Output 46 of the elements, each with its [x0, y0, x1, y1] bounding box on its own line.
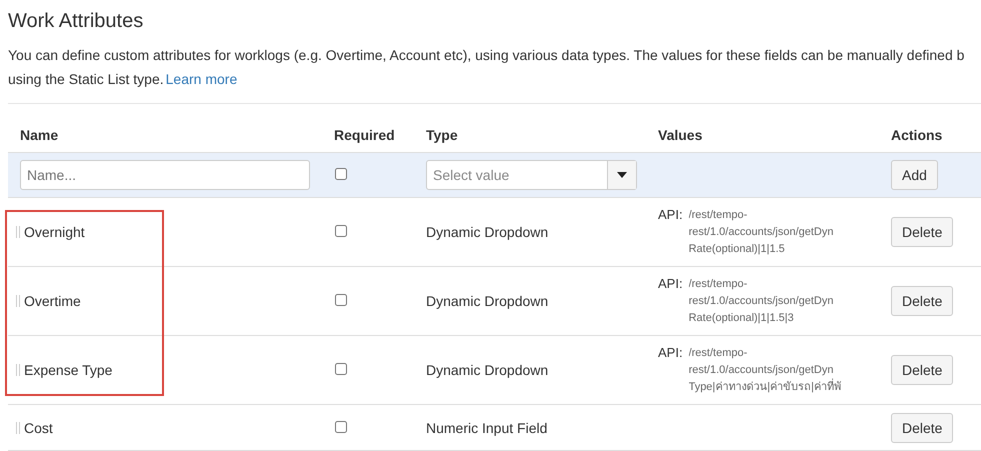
required-checkbox[interactable]	[335, 225, 347, 237]
values-text: Rate(optional)|1|1.5	[688, 242, 786, 256]
add-button[interactable]: Add	[891, 160, 938, 190]
attribute-name: Expense Type	[24, 362, 112, 378]
values-text: rest/1.0/accounts/json/getDyn	[688, 294, 834, 308]
drag-handle-icon[interactable]	[16, 422, 20, 434]
values-text: /rest/tempo-	[688, 208, 748, 222]
values-text: Type|ค่าทางด่วน|ค่าขับรถ|ค่าที่พั	[688, 378, 842, 394]
attribute-name: Overtime	[24, 293, 81, 309]
description-text: You can define custom attributes for worklogs (e.g. Overtime, Account etc), using various data types. The values for these fields can be manually defined b	[8, 46, 966, 65]
name-input-field[interactable]: Name...	[20, 160, 310, 190]
drag-handle-icon[interactable]	[16, 364, 20, 376]
page-title: Work Attributes	[8, 9, 144, 34]
required-checkbox[interactable]	[335, 168, 347, 180]
column-header: Name	[20, 127, 58, 143]
values-label: API:	[658, 344, 683, 360]
delete-button[interactable]: Delete	[891, 217, 954, 247]
description-text: using the Static List type.	[8, 71, 164, 87]
attribute-type: Dynamic Dropdown	[426, 224, 548, 240]
required-checkbox[interactable]	[335, 294, 347, 306]
delete-button[interactable]: Delete	[891, 355, 954, 385]
values-text: rest/1.0/accounts/json/getDyn	[688, 362, 834, 378]
attribute-name: Cost	[24, 420, 53, 436]
attribute-name: Overnight	[24, 224, 85, 240]
values-text: /rest/tempo-	[688, 346, 748, 360]
values-label: API:	[658, 206, 683, 222]
column-header: Values	[658, 127, 702, 143]
drag-handle-icon[interactable]	[16, 226, 20, 238]
values-text: Rate(optional)|1|1.5|3	[688, 310, 795, 326]
column-header: Required	[334, 127, 395, 143]
column-header: Actions	[891, 127, 942, 143]
values-label: API:	[658, 276, 683, 292]
attribute-type: Dynamic Dropdown	[426, 293, 548, 309]
delete-button[interactable]: Delete	[891, 412, 954, 442]
column-header: Type	[426, 127, 458, 143]
delete-button[interactable]: Delete	[891, 286, 954, 316]
values-text: /rest/tempo-	[688, 276, 748, 292]
learn-more-link[interactable]: Learn more	[166, 71, 238, 87]
drag-handle-icon[interactable]	[16, 295, 20, 307]
attribute-type: Dynamic Dropdown	[426, 362, 548, 378]
type-select[interactable]: Select value	[426, 160, 637, 190]
attribute-type: Numeric Input Field	[426, 420, 548, 436]
caret-icon	[617, 172, 627, 178]
values-text: rest/1.0/accounts/json/getDyn	[688, 224, 834, 240]
required-checkbox[interactable]	[335, 363, 347, 375]
required-checkbox[interactable]	[335, 420, 347, 432]
